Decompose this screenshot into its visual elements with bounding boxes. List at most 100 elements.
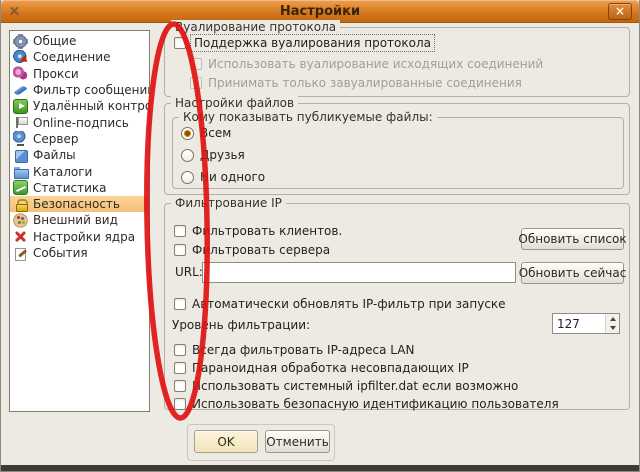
share-files-with-group: Кому показывать публикуемые файлы: Всем … (172, 117, 624, 189)
proxy-icon (13, 66, 28, 81)
radio[interactable] (181, 149, 194, 162)
sidebar-item-label: Файлы (33, 148, 76, 162)
checkbox-row-system-ipfilter[interactable]: Использовать системный ipfilter.dat если… (174, 379, 518, 393)
sidebar-item-statistics[interactable]: Статистика (10, 180, 149, 196)
files-icon (13, 148, 28, 163)
checkbox[interactable] (174, 344, 186, 356)
protocol-obfuscation-group: Вуалирование протокола Поддержка вуалиро… (164, 27, 630, 97)
checkbox-row-auto-update[interactable]: Автоматически обновлять IP-фильтр при за… (174, 297, 506, 311)
radio-label[interactable]: Друзья (200, 148, 245, 162)
checkbox-label[interactable]: Поддержка вуалирования протокола (192, 36, 433, 50)
sidebar-item-connection[interactable]: Соединение (10, 49, 149, 65)
sidebar-item-label: Общие (33, 34, 76, 48)
radio-row-nobody[interactable]: Ни одного (181, 170, 265, 184)
sidebar-item-label: Online-подпись (33, 116, 129, 130)
checkbox[interactable] (174, 398, 186, 410)
sidebar-item-directories[interactable]: Каталоги (10, 163, 149, 179)
category-list: Общие Соединение Прокси Фильтр сообщений… (9, 30, 150, 412)
server-icon (13, 131, 28, 146)
connection-icon (13, 50, 28, 65)
filter-level-label: Уровень фильтрации: (172, 318, 310, 332)
url-input[interactable] (202, 262, 516, 283)
checkbox[interactable] (174, 298, 186, 310)
sidebar-item-events[interactable]: События (10, 245, 149, 261)
checkbox-row-secure-ident[interactable]: Использовать безопасную идентификацию по… (174, 397, 559, 411)
window-bottom-edge (1, 465, 639, 471)
checkbox (190, 58, 202, 70)
checkbox[interactable] (174, 37, 186, 49)
close-button[interactable]: × (608, 3, 632, 20)
checkbox-label[interactable]: Фильтровать сервера (192, 243, 330, 257)
checkbox-row-filter-clients[interactable]: Фильтровать клиентов. (174, 224, 342, 238)
checkbox[interactable] (174, 380, 186, 392)
radio[interactable] (181, 171, 194, 184)
spinner-down-icon[interactable] (606, 324, 619, 334)
sidebar-item-files[interactable]: Файлы (10, 147, 149, 163)
checkbox-label[interactable]: Фильтровать клиентов. (192, 224, 342, 238)
checkbox-label: Использовать вуалирование исходящих соед… (208, 57, 543, 71)
checkbox-row-paranoid[interactable]: Параноидная обработка несовпадающих IP (174, 361, 469, 375)
message-filter-icon (13, 83, 28, 98)
checkbox-row-obfuscation-support[interactable]: Поддержка вуалирования протокола (174, 36, 433, 50)
checkbox[interactable] (174, 225, 186, 237)
file-settings-group: Настройки файлов Кому показывать публику… (164, 103, 630, 195)
checkbox-label[interactable]: Всегда фильтровать IP-адреса LAN (192, 343, 414, 357)
spinner-buttons (605, 314, 619, 333)
sidebar-item-general[interactable]: Общие (10, 33, 149, 49)
radio-row-friends[interactable]: Друзья (181, 148, 245, 162)
events-icon (13, 246, 28, 261)
checkbox-row-filter-lan[interactable]: Всегда фильтровать IP-адреса LAN (174, 343, 414, 357)
radio-label[interactable]: Всем (200, 126, 231, 140)
sidebar-item-label: События (33, 246, 88, 260)
sidebar-item-label: Фильтр сообщений (33, 83, 150, 97)
sidebar-item-proxy[interactable]: Прокси (10, 66, 149, 82)
ip-filtering-group: Фильтрование IP Фильтровать клиентов. Фи… (164, 203, 630, 410)
sidebar-item-label: Безопасность (33, 197, 120, 211)
group-title: Фильтрование IP (171, 196, 286, 211)
checkbox-label[interactable]: Использовать безопасную идентификацию по… (192, 397, 559, 411)
sidebar-item-remote-control[interactable]: Удалённый контроль (10, 98, 149, 114)
directories-icon (13, 164, 28, 179)
sidebar-item-security[interactable]: Безопасность (10, 196, 149, 212)
radio-selected[interactable] (181, 127, 194, 140)
checkbox-row-obfuscate-outgoing: Использовать вуалирование исходящих соед… (190, 57, 543, 71)
checkbox-row-filter-servers[interactable]: Фильтровать сервера (174, 243, 330, 257)
statistics-icon (13, 180, 28, 195)
group-title: Настройки файлов (171, 96, 298, 111)
checkbox-row-obfuscated-only: Принимать только завуалированные соедине… (190, 76, 522, 90)
sidebar-item-core-tweaks[interactable]: Настройки ядра (10, 229, 149, 245)
checkbox-label[interactable]: Автоматически обновлять IP-фильтр при за… (192, 297, 506, 311)
appearance-icon (13, 213, 28, 228)
group-title: Вуалирование протокола (171, 20, 340, 35)
sidebar-item-label: Настройки ядра (33, 230, 135, 244)
sidebar-item-online-signature[interactable]: Online-подпись (10, 114, 149, 130)
radio-row-everybody[interactable]: Всем (181, 126, 231, 140)
checkbox-label[interactable]: Использовать системный ipfilter.dat если… (192, 379, 518, 393)
checkbox[interactable] (174, 244, 186, 256)
sidebar-item-label: Соединение (33, 50, 110, 64)
checkbox-label[interactable]: Параноидная обработка несовпадающих IP (192, 361, 469, 375)
online-signature-icon (13, 115, 28, 130)
checkbox-label: Принимать только завуалированные соедине… (208, 76, 522, 90)
sidebar-item-label: Каталоги (33, 165, 92, 179)
filter-level-input[interactable] (553, 314, 605, 333)
spinner-up-icon[interactable] (606, 314, 619, 324)
update-list-button[interactable]: Обновить список (521, 228, 624, 250)
sidebar-item-label: Удалённый контроль (33, 99, 150, 113)
remote-control-icon (13, 99, 28, 114)
sidebar-item-label: Сервер (33, 132, 78, 146)
url-label: URL: (175, 265, 203, 279)
sidebar-item-label: Внешний вид (33, 213, 118, 227)
update-now-button[interactable]: Обновить сейчас (521, 262, 624, 284)
cancel-button[interactable]: Отменить (265, 430, 330, 453)
ok-button[interactable]: OK (194, 430, 258, 453)
radio-label[interactable]: Ни одного (200, 170, 265, 184)
checkbox[interactable] (174, 362, 186, 374)
sidebar-item-appearance[interactable]: Внешний вид (10, 212, 149, 228)
window-title: Настройки (1, 4, 639, 19)
core-tweaks-icon (13, 229, 28, 244)
sidebar-item-message-filter[interactable]: Фильтр сообщений (10, 82, 149, 98)
sidebar-item-server[interactable]: Сервер (10, 131, 149, 147)
security-lock-icon (13, 197, 28, 212)
sidebar-item-label: Прокси (33, 67, 79, 81)
